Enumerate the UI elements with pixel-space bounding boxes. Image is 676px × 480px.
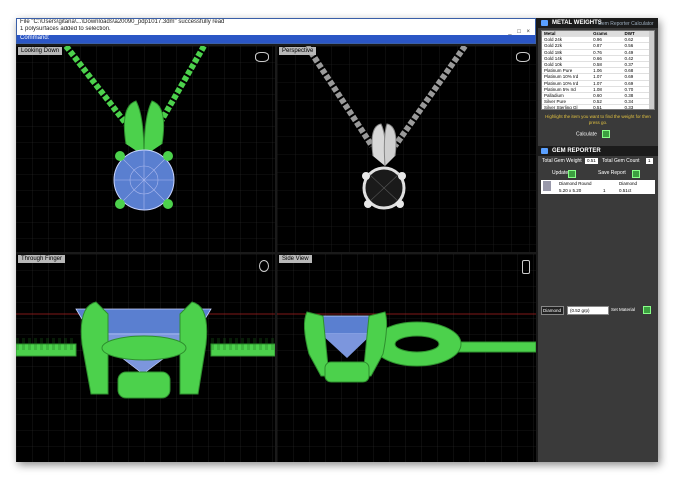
gem-reporter-body: Total Gem Weight 0.51 Total Gem Count 1 … <box>538 156 658 194</box>
side-panel: METAL WEIGHTS Gem Reporter Calculator Me… <box>538 18 658 462</box>
metal-weights-title: METAL WEIGHTS <box>552 20 602 26</box>
looking-down-render <box>16 46 275 252</box>
table-cell: Silver Sterling Gl <box>544 105 578 110</box>
side-view-render <box>277 254 536 462</box>
viewport-side-view[interactable]: Side View <box>277 254 536 462</box>
viewport-perspective[interactable]: Perspective <box>277 46 536 252</box>
viewport-through-finger[interactable]: Through Finger <box>16 254 275 462</box>
instruction-text: Highlight the item you want to find the … <box>545 114 651 125</box>
gem-table[interactable]: Diamond Round Diamond 5.20 x 5.20 1 0.51… <box>541 180 655 194</box>
update-button[interactable] <box>568 170 576 178</box>
table-cell: 0.52 <box>593 99 602 105</box>
metal-weights-header: METAL WEIGHTS Gem Reporter Calculator <box>538 18 658 28</box>
table-scrollbar[interactable] <box>649 31 654 109</box>
gem-reporter-icon <box>541 148 548 154</box>
total-count-value: 1 <box>646 158 653 164</box>
table-cell: 0.66 <box>593 55 602 61</box>
table-row[interactable]: Silver Sterling Gl 0.51 0.33 <box>542 105 654 110</box>
perspective-render <box>277 46 536 252</box>
table-cell: Gold 14k <box>544 55 563 61</box>
total-count-label: Total Gem Count <box>602 158 640 164</box>
gem-material-header: Diamond <box>619 181 638 186</box>
table-cell: Platinum 5% Ird <box>544 86 576 92</box>
gem-size: 5.20 x 5.20 <box>559 188 582 193</box>
metal-weights-table[interactable]: Metal Grams DWT Gold 24k 0.96 0.62 Gold 22k… <box>541 30 655 110</box>
gem-weight: 0.51ct <box>619 188 632 193</box>
actions-row: Update Save Report <box>538 168 658 178</box>
table-cell: Platinum Pure <box>544 68 573 74</box>
table-cell: 1.06 <box>593 68 602 74</box>
calculate-row: Calculate <box>538 130 658 138</box>
total-weight-value: 0.51 <box>585 158 598 164</box>
gem-reporter-header: GEM REPORTER <box>538 146 658 156</box>
table-cell: Palladium <box>544 93 564 99</box>
gem-thumbnail-icon <box>543 181 551 191</box>
table-cell: 0.76 <box>593 49 602 55</box>
viewport-looking-down[interactable]: Looking Down <box>16 46 275 252</box>
tab-gem-reporter-calculator[interactable]: Gem Reporter Calculator <box>598 19 654 29</box>
table-cell: Gold 24k <box>544 37 563 43</box>
table-cell: Gold 18k <box>544 49 563 55</box>
table-cell: Platinum 10% Ird <box>544 80 579 86</box>
table-cell: 0.60 <box>593 93 602 99</box>
table-cell: 0.96 <box>593 37 602 43</box>
command-area[interactable]: File "C:\Users\gitana\...\Downloads\a200… <box>16 18 536 44</box>
table-cell: 1.08 <box>593 86 602 92</box>
through-finger-render <box>16 254 275 462</box>
viewport-label[interactable]: Side View <box>279 255 312 263</box>
table-cell: 0.87 <box>593 43 602 49</box>
table-cell: 0.58 <box>593 62 602 68</box>
command-history-line-1: File "C:\Users\gitana\...\Downloads\a200… <box>20 19 225 25</box>
ring-view-icon[interactable] <box>259 260 269 272</box>
gem-count: 1 <box>603 188 606 193</box>
view-cube-icon[interactable] <box>516 52 530 62</box>
table-cell: 1.07 <box>593 74 602 80</box>
update-label: Update <box>552 170 569 176</box>
command-prompt[interactable]: Command: <box>17 35 535 43</box>
table-cell: Silver Pure <box>544 99 567 105</box>
viewport-label[interactable]: Through Finger <box>18 255 66 263</box>
view-cube-icon[interactable] <box>255 52 269 62</box>
weight-select[interactable]: (0.52 grp) <box>567 306 609 315</box>
calculate-label: Calculate <box>576 131 597 138</box>
material-select[interactable]: Diamond <box>541 306 564 315</box>
table-cell: Gold 10k <box>544 62 563 68</box>
save-report-button[interactable] <box>632 170 640 178</box>
calculate-button[interactable] <box>602 130 611 138</box>
table-cell: Platinum 10% Ird <box>544 74 579 80</box>
table-cell: 0.51 <box>593 105 602 110</box>
gem-type-header: Diamond Round <box>559 181 592 186</box>
command-history-line-2: 1 polysurfaces added to selection. <box>20 26 111 32</box>
set-material-label: Set Material <box>611 307 636 312</box>
totals-row: Total Gem Weight 0.51 Total Gem Count 1 <box>538 156 658 166</box>
save-report-label: Save Report <box>598 170 626 176</box>
app-window: File "C:\Users\gitana\...\Downloads\a200… <box>16 18 658 462</box>
set-material-button[interactable] <box>643 306 651 314</box>
table-cell: Gold 22k <box>544 43 563 49</box>
figure-view-icon[interactable] <box>522 260 530 274</box>
viewport-label[interactable]: Perspective <box>279 47 317 55</box>
column-header: Metal <box>544 31 556 36</box>
material-row: Diamond (0.52 grp) Set Material <box>541 306 657 315</box>
table-cell: 1.07 <box>593 80 602 86</box>
metal-weights-icon <box>541 20 548 26</box>
total-weight-label: Total Gem Weight <box>542 158 582 164</box>
column-header: Grams <box>593 31 608 36</box>
gem-reporter-title: GEM REPORTER <box>552 148 601 154</box>
viewport-label[interactable]: Looking Down <box>18 47 63 55</box>
